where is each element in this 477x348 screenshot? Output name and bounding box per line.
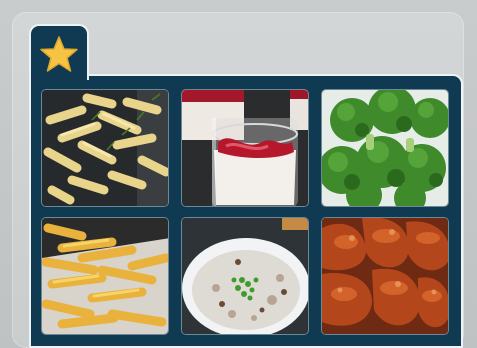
dish-tile-pasta[interactable] bbox=[41, 89, 169, 207]
broccoli-image bbox=[322, 90, 448, 206]
dish-tile-dessert[interactable] bbox=[181, 89, 309, 207]
dish-tile-soup[interactable] bbox=[181, 217, 309, 335]
glazed-chicken-image bbox=[322, 218, 448, 334]
tab-panel-join bbox=[31, 72, 87, 78]
star-icon bbox=[40, 36, 78, 72]
dish-tile-chicken[interactable] bbox=[321, 217, 449, 335]
soup-bowl-image bbox=[182, 218, 308, 334]
dessert-cup-image bbox=[182, 90, 308, 206]
dish-tile-broccoli[interactable] bbox=[321, 89, 449, 207]
pasta-image bbox=[42, 90, 168, 206]
french-fries-image bbox=[42, 218, 168, 334]
dish-tile-fries[interactable] bbox=[41, 217, 169, 335]
